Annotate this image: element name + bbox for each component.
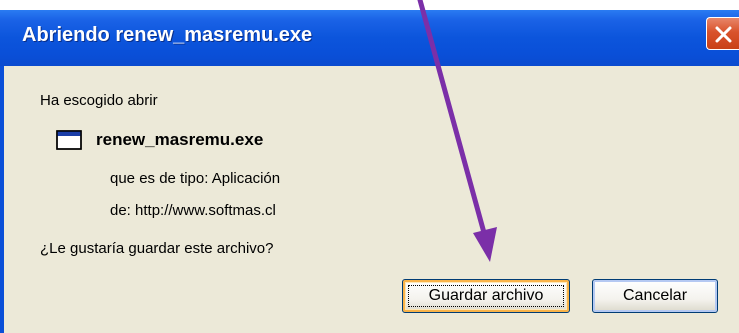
titlebar[interactable]: Abriendo renew_masremu.exe [0,10,739,66]
cancel-button[interactable]: Cancelar [592,279,718,313]
focus-ring [408,285,564,307]
download-dialog: Abriendo renew_masremu.exe Ha escogido a… [0,10,739,333]
cancel-label: Cancelar [622,287,688,304]
prompt-text: Ha escogido abrir [40,92,158,109]
close-x-icon [715,26,732,43]
file-type: que es de tipo: Aplicación [110,170,281,187]
save-file-button[interactable]: Guardar archivo [402,279,570,313]
application-window-icon [56,130,82,150]
dialog-title: Abriendo renew_masremu.exe [22,24,313,46]
save-question: ¿Le gustaría guardar este archivo? [40,240,274,257]
close-button[interactable] [706,17,739,50]
file-source: de: http://www.softmas.cl [110,202,276,219]
dialog-body: Ha escogido abrir renew_masremu.exe que … [4,66,739,333]
file-name: renew_masremu.exe [96,130,264,149]
